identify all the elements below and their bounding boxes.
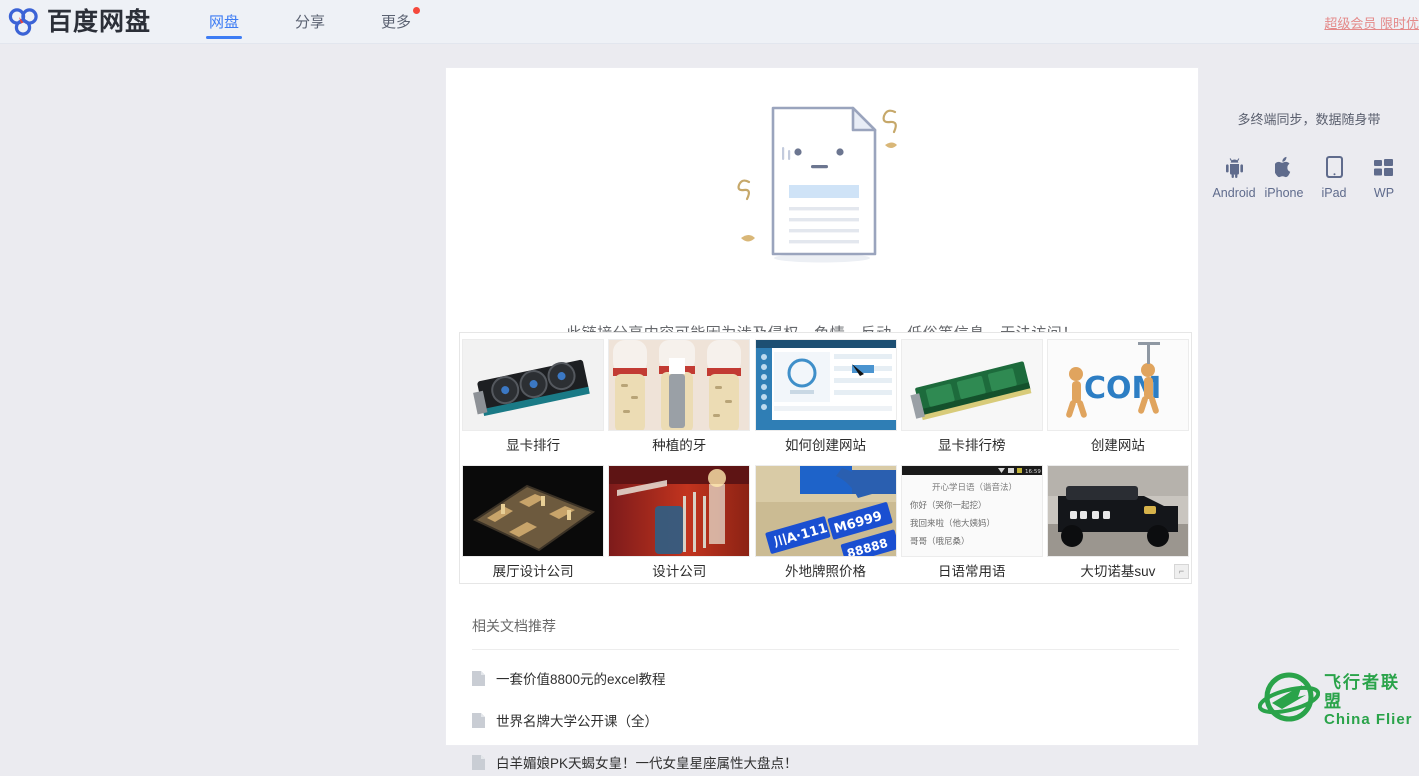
svg-text:哥哥（哦尼桑）: 哥哥（哦尼桑） <box>910 536 970 547</box>
nav-item-more[interactable]: 更多 <box>381 0 421 44</box>
thumbnail-cell-japanese-phrases[interactable]: 16:59 开心学日语（谐音法） 你好（哭你一起挖） 我回来啦（他大姨妈） 哥哥… <box>899 459 1045 583</box>
app-download-android[interactable]: Android <box>1209 156 1259 200</box>
dental-implant-thumb <box>608 339 751 431</box>
thumbnail-row: 显卡排行 种植的牙 如何创建网站 显卡排行榜 COM 创建网站 <box>460 333 1191 459</box>
right-sidebar: 多终端同步，数据随身带 Android iPhone iPad WP <box>1199 68 1419 200</box>
app-download-iphone[interactable]: iPhone <box>1259 156 1309 200</box>
svg-text:我回来啦（他大姨妈）: 我回来啦（他大姨妈） <box>910 518 995 529</box>
watermark-en-text: China Flier <box>1324 710 1413 728</box>
watermark-cn-text: 飞行者联盟 <box>1324 672 1400 711</box>
china-flier-watermark: 飞行者联盟 China Flier <box>1257 668 1413 732</box>
recommended-thumbnails-grid: 显卡排行 种植的牙 如何创建网站 显卡排行榜 COM 创建网站 展厅设计公司 设… <box>459 332 1192 584</box>
super-vip-promo-link[interactable]: 超级会员 限时优 <box>1324 13 1419 32</box>
com-letters-3d-thumb: COM <box>1046 339 1189 431</box>
notification-dot-badge <box>413 6 421 14</box>
thumbnail-cell-design-company[interactable]: 设计公司 <box>606 459 752 583</box>
thumbnail-label: 显卡排行 <box>506 438 561 453</box>
svg-text:你好（哭你一起挖）: 你好（哭你一起挖） <box>910 500 987 511</box>
thumbnail-label: 日语常用语 <box>937 564 1006 579</box>
nav-item-label: 网盘 <box>209 14 240 31</box>
thumbnail-cell-graphics-card-ranking[interactable]: 显卡排行榜 <box>899 333 1045 459</box>
app-download-wp[interactable]: WP <box>1359 156 1409 200</box>
main-nav: 网盘 分享 更多 <box>206 0 467 44</box>
japanese-phrases-screenshot-thumb: 16:59 开心学日语（谐音法） 你好（哭你一起挖） 我回来啦（他大姨妈） 哥哥… <box>900 465 1043 557</box>
related-documents-title: 相关文档推荐 <box>472 616 1179 650</box>
related-documents-section: 相关文档推荐 一套价值8800元的excel教程 世界名牌大学公开课（全） 白羊… <box>472 616 1179 776</box>
main-content-card: 此链接分享内容可能因为涉及侵权、色情、反动、低俗等信息，无法访问！ <box>446 68 1198 771</box>
doc-list-item[interactable]: 白羊媚娘PK天蝎女皇！一代女皇星座属性大盘点！ <box>472 748 1179 776</box>
thumbnail-label: 种植的牙 <box>652 438 707 453</box>
thumb-status-time: 16:59 <box>1025 469 1041 475</box>
active-tab-underline <box>206 35 243 39</box>
nav-item-label: 分享 <box>295 14 326 31</box>
app-download-label: iPhone <box>1264 186 1304 200</box>
website-builder-screenshot-thumb <box>754 339 897 431</box>
doc-list-item-label: 白羊媚娘PK天蝎女皇！一代女皇星座属性大盘点！ <box>496 756 798 771</box>
thumbnail-label: 创建网站 <box>1090 438 1145 453</box>
doc-list-item[interactable]: 一套价值8800元的excel教程 <box>472 664 1179 692</box>
doc-list-item-label: 世界名牌大学公开课（全） <box>496 714 658 729</box>
svg-text:开心学日语（谐音法）: 开心学日语（谐音法） <box>932 482 1017 493</box>
thumbnail-label: 显卡排行榜 <box>937 438 1006 453</box>
app-download-list: Android iPhone iPad WP <box>1199 156 1419 200</box>
china-flier-watermark-text: 飞行者联盟 China Flier <box>1324 673 1413 728</box>
apple-icon <box>1275 156 1293 178</box>
grid-resize-handle[interactable]: ⌐ <box>1174 564 1189 579</box>
thumbnail-label: 大切诺基suv <box>1080 564 1156 579</box>
document-icon <box>472 670 485 686</box>
app-download-label: iPad <box>1321 186 1347 200</box>
sad-document-icon <box>737 106 897 263</box>
document-icon <box>472 712 485 728</box>
nav-item-label: 更多 <box>381 14 412 31</box>
green-graphics-card-thumb <box>900 339 1043 431</box>
baidu-cloud-logo-icon <box>8 7 42 37</box>
doc-list-item[interactable]: 世界名牌大学公开课（全） <box>472 706 1179 734</box>
thumbnail-cell-exhibition-design[interactable]: 展厅设计公司 <box>460 459 606 583</box>
thumbnail-row: 展厅设计公司 设计公司 川A·111 M6999 88888 外地牌照价格 16… <box>460 459 1191 583</box>
doc-list-item-label: 一套价值8800元的excel教程 <box>496 672 666 687</box>
brand-logo-text: 百度网盘 <box>47 7 152 36</box>
document-icon <box>472 754 485 770</box>
thumbnail-cell-how-to-build-website[interactable]: 如何创建网站 <box>752 333 898 459</box>
blocked-illustration <box>446 90 1198 280</box>
interior-floorplan-model-thumb <box>462 465 605 557</box>
multi-device-sync-title: 多终端同步，数据随身带 <box>1237 112 1381 127</box>
license-plates-thumb: 川A·111 M6999 88888 <box>754 465 897 557</box>
thumbnail-cell-dental-implant[interactable]: 种植的牙 <box>606 333 752 459</box>
top-navigation-bar: 百度网盘 网盘 分享 更多 超级会员 限时优 <box>0 0 1419 44</box>
china-flier-globe-plane-logo-icon <box>1257 669 1321 732</box>
thumbnail-label: 外地牌照价格 <box>785 564 866 579</box>
nav-item-wangpan[interactable]: 网盘 <box>206 0 243 44</box>
thumbnail-label: 如何创建网站 <box>785 438 866 453</box>
windows-phone-icon <box>1374 156 1394 178</box>
thumbnail-cell-graphics-card[interactable]: 显卡排行 <box>460 333 606 459</box>
thumbnail-label: 展厅设计公司 <box>492 564 574 579</box>
graphics-card-thumb <box>462 339 605 431</box>
nav-item-share[interactable]: 分享 <box>295 0 325 44</box>
ipad-icon <box>1325 156 1343 178</box>
thumbnail-cell-license-plate-price[interactable]: 川A·111 M6999 88888 外地牌照价格 <box>752 459 898 583</box>
thumbnail-cell-build-website[interactable]: COM 创建网站 <box>1045 333 1191 459</box>
jeep-suv-thumb <box>1046 465 1189 557</box>
thumbnail-cell-jeep-suv[interactable]: 大切诺基suv <box>1045 459 1191 583</box>
brand-logo[interactable]: 百度网盘 <box>8 0 151 44</box>
red-exhibition-hall-thumb <box>608 465 751 557</box>
app-download-label: WP <box>1373 186 1395 200</box>
thumbnail-label: 设计公司 <box>652 564 707 579</box>
android-icon <box>1225 156 1244 178</box>
app-download-ipad[interactable]: iPad <box>1309 156 1359 200</box>
app-download-label: Android <box>1212 186 1256 200</box>
